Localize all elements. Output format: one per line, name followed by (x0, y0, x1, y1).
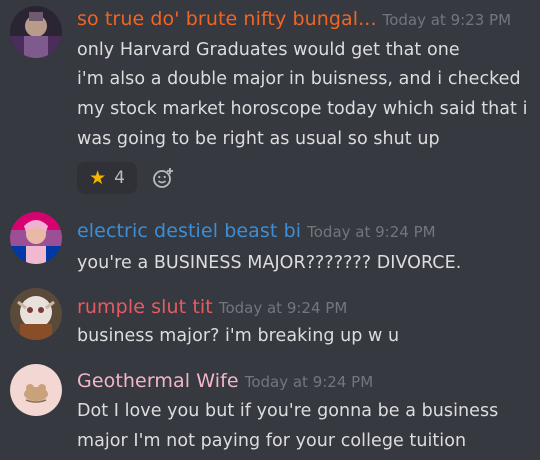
add-reaction-icon[interactable] (151, 166, 175, 190)
message-2: electric destiel beast bi Today at 9:24 P… (0, 208, 540, 286)
user-avatar[interactable] (10, 364, 62, 416)
message-text-line: my stock market horoscope today which sa… (77, 99, 528, 119)
message-header: so true do' brute nifty bungal... Today a… (77, 8, 511, 30)
avatar-image (10, 6, 62, 58)
message-header: rumple slut tit Today at 9:24 PM (77, 296, 347, 318)
avatar-image (10, 212, 62, 264)
message-4: Geothermal Wife Today at 9:24 PM Dot I lo… (0, 360, 540, 460)
message-text-line: only Harvard Graduates would get that on… (77, 40, 460, 60)
reaction-star[interactable]: ★ 4 (77, 162, 137, 194)
message-text-line: major I'm not paying for your college tu… (77, 431, 467, 451)
username[interactable]: electric destiel beast bi (77, 220, 301, 242)
username[interactable]: Geothermal Wife (77, 370, 239, 392)
message-text-line: Dot I love you but if you're gonna be a … (77, 401, 499, 421)
message-text-line: business major? i'm breaking up w u (77, 326, 400, 346)
username[interactable]: so true do' brute nifty bungal... (77, 8, 377, 30)
user-avatar[interactable] (10, 288, 62, 340)
username[interactable]: rumple slut tit (77, 296, 213, 318)
user-avatar[interactable] (10, 6, 62, 58)
avatar-image (10, 288, 62, 340)
user-avatar[interactable] (10, 212, 62, 264)
timestamp[interactable]: Today at 9:24 PM (307, 223, 435, 241)
message-header: electric destiel beast bi Today at 9:24 P… (77, 220, 436, 242)
message-text-line: was going to be right as usual so shut u… (77, 129, 440, 149)
timestamp[interactable]: Today at 9:23 PM (383, 11, 511, 29)
timestamp[interactable]: Today at 9:24 PM (245, 373, 373, 391)
message-text-line: you're a BUSINESS MAJOR??????? DIVORCE. (77, 253, 462, 273)
timestamp[interactable]: Today at 9:24 PM (219, 299, 347, 317)
star-icon: ★ (89, 166, 107, 189)
message-header: Geothermal Wife Today at 9:24 PM (77, 370, 373, 392)
message-3: rumple slut tit Today at 9:24 PM business… (0, 284, 540, 358)
message-text-line: i'm also a double major in buisness, and… (77, 69, 521, 89)
reaction-count: 4 (114, 168, 125, 188)
message-1: so true do' brute nifty bungal... Today a… (0, 0, 540, 200)
avatar-image (10, 364, 62, 416)
